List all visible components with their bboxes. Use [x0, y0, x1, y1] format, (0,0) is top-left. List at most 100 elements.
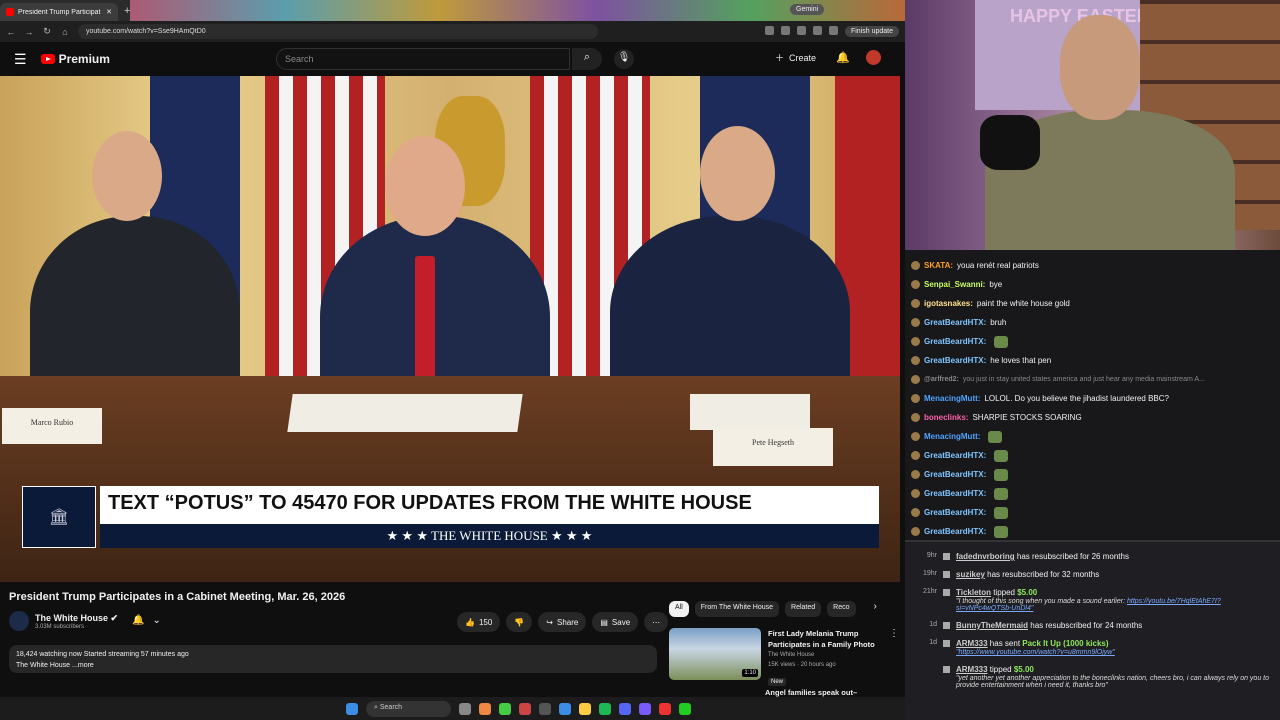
- home-icon[interactable]: ⌂: [60, 27, 70, 37]
- dislike-button[interactable]: 👎: [506, 612, 533, 632]
- like-button[interactable]: 👍 150: [457, 612, 501, 632]
- search-input[interactable]: Search: [276, 48, 570, 70]
- feed-username[interactable]: suzikey: [956, 570, 985, 579]
- chip-from-channel[interactable]: From The White House: [694, 601, 780, 617]
- folder-icon[interactable]: [579, 702, 591, 715]
- channel-avatar[interactable]: [9, 611, 29, 631]
- feed-item: 1d ARM333 has sent Pack It Up (1000 kicks…: [905, 639, 1280, 656]
- chip-related[interactable]: Related: [785, 601, 822, 617]
- chat-text: LOLOL. Do you believe the jihadist laund…: [984, 394, 1169, 403]
- next-recommendation-title[interactable]: Angel families speak out–: [765, 688, 857, 697]
- chat-username[interactable]: @arlfred2:: [924, 376, 959, 383]
- description-more[interactable]: The White House ...more: [16, 660, 650, 671]
- browser-tab[interactable]: President Trump Participat ✕: [0, 3, 118, 21]
- extension-icon[interactable]: [828, 26, 838, 35]
- back-icon[interactable]: ←: [6, 27, 16, 37]
- chat-username[interactable]: GreatBeardHTX:: [924, 508, 986, 517]
- feed-text: has resubscribed for 26 months: [1014, 552, 1129, 561]
- description-box[interactable]: 18,424 watching now Started streaming 57…: [9, 645, 657, 673]
- channel-name[interactable]: The White House ✔: [35, 613, 118, 624]
- chat-username[interactable]: boneclinks:: [924, 413, 968, 422]
- extensions-area: Finish update: [764, 26, 899, 37]
- chat-username[interactable]: igotasnakes:: [924, 299, 973, 308]
- chat-username[interactable]: GreatBeardHTX:: [924, 337, 986, 346]
- chat-username[interactable]: MenacingMutt:: [924, 432, 980, 441]
- chip-all[interactable]: All: [669, 601, 689, 617]
- extension-icon[interactable]: [812, 26, 822, 35]
- chat-text: bruh: [990, 318, 1007, 327]
- chat-message: GreatBeardHTX:: [911, 503, 1280, 522]
- chat-username[interactable]: MenacingMutt:: [924, 394, 980, 403]
- url-field[interactable]: youtube.com/watch?v=Sse9HAmQtD0: [78, 24, 598, 39]
- menu-icon[interactable]: ☰: [14, 51, 27, 68]
- chat-badge-icon: [911, 318, 920, 327]
- forward-icon[interactable]: →: [24, 27, 34, 37]
- reload-icon[interactable]: ↻: [42, 26, 52, 37]
- feed-username[interactable]: BunnyTheMermaid: [956, 621, 1028, 630]
- app-icon[interactable]: [659, 702, 671, 715]
- chat-username[interactable]: GreatBeardHTX:: [924, 356, 986, 365]
- chip-recommended[interactable]: Reco: [827, 601, 856, 617]
- chat-username[interactable]: SKATA:: [924, 261, 953, 270]
- discord-icon[interactable]: [619, 702, 631, 715]
- video-player[interactable]: Marco Rubio Pete Hegseth 🏛 TEXT “POTUS” …: [0, 76, 900, 582]
- app-icon[interactable]: [479, 702, 491, 715]
- save-label: Save: [611, 617, 631, 627]
- microphone-icon[interactable]: 🎙: [614, 49, 634, 69]
- create-button[interactable]: ＋ Create: [775, 51, 816, 64]
- chat-username[interactable]: Senpai_Swanni:: [924, 280, 985, 289]
- app-icon[interactable]: [559, 702, 571, 715]
- app-icon[interactable]: [519, 702, 531, 715]
- app-icon[interactable]: [639, 702, 651, 715]
- kebab-menu-icon[interactable]: ⋮: [889, 628, 899, 688]
- event-icon: [943, 666, 950, 673]
- channel-info: The White House ✔ 3.03M subscribers: [9, 611, 118, 631]
- feed-item: ARM333 tipped $5.00 "yet another yet anot…: [905, 665, 1280, 689]
- chat-username[interactable]: GreatBeardHTX:: [924, 451, 986, 460]
- chat-username[interactable]: GreatBeardHTX:: [924, 527, 986, 536]
- windows-start-icon[interactable]: [346, 702, 358, 715]
- app-icon[interactable]: [679, 702, 691, 715]
- banner-subline: ★ ★ ★ THE WHITE HOUSE ★ ★ ★: [100, 524, 879, 548]
- more-actions-button[interactable]: ⋯: [644, 612, 669, 632]
- taskview-icon[interactable]: [459, 702, 471, 715]
- recommendation-title: First Lady Melania Trump Participates in…: [768, 629, 875, 649]
- chevron-right-icon[interactable]: ›: [874, 601, 877, 617]
- notifications-bell-icon[interactable]: 🔔: [836, 51, 850, 64]
- extension-icon[interactable]: [796, 26, 806, 35]
- avatar[interactable]: [866, 50, 881, 65]
- search-icon[interactable]: ⌕: [572, 48, 602, 70]
- recommendation-card[interactable]: 1:10 First Lady Melania Trump Participat…: [669, 628, 899, 688]
- share-button[interactable]: ↪ Share: [538, 612, 587, 632]
- chat-badge-icon: [911, 413, 920, 422]
- taskbar-search[interactable]: ⌕ Search: [366, 700, 451, 717]
- finish-update-button[interactable]: Finish update: [844, 26, 899, 37]
- papers-right: [690, 394, 810, 430]
- spotify-icon[interactable]: [599, 702, 611, 715]
- chat-message: boneclinks: SHARPIE STOCKS SOARING: [911, 408, 1280, 427]
- app-icon[interactable]: [539, 702, 551, 715]
- chat-username[interactable]: GreatBeardHTX:: [924, 489, 986, 498]
- chrome-icon[interactable]: [499, 702, 511, 715]
- gemini-button[interactable]: Gemini: [790, 4, 825, 15]
- save-button[interactable]: ▤ Save: [592, 612, 639, 632]
- recommendation-thumbnail[interactable]: 1:10: [669, 628, 761, 680]
- chat-badge-icon: [911, 299, 920, 308]
- chat-username[interactable]: GreatBeardHTX:: [924, 470, 986, 479]
- feed-username[interactable]: Tickleton: [956, 588, 991, 597]
- watching-stats: 18,424 watching now Started streaming 57…: [16, 651, 189, 658]
- youtube-logo[interactable]: Premium: [40, 52, 110, 66]
- feed-username[interactable]: ARM333: [956, 639, 988, 648]
- verified-icon: ✔: [110, 612, 119, 623]
- chat-username[interactable]: GreatBeardHTX:: [924, 318, 986, 327]
- subscription-bell[interactable]: 🔔 ⌄: [132, 615, 161, 626]
- chat-message: igotasnakes: paint the white house gold: [911, 294, 1280, 313]
- extension-icon[interactable]: [780, 26, 790, 35]
- feed-link[interactable]: "https://www.youtube.com/watch?v=u8mmn9l…: [956, 649, 1115, 656]
- streamer-webcam: HAPPY EASTER: [905, 0, 1280, 250]
- feed-username[interactable]: fadednvrboring: [956, 552, 1015, 561]
- feed-username[interactable]: ARM333: [956, 665, 988, 674]
- close-tab-icon[interactable]: ✕: [106, 8, 112, 16]
- namecard-right: Pete Hegseth: [713, 428, 833, 466]
- extension-icon[interactable]: [764, 26, 774, 35]
